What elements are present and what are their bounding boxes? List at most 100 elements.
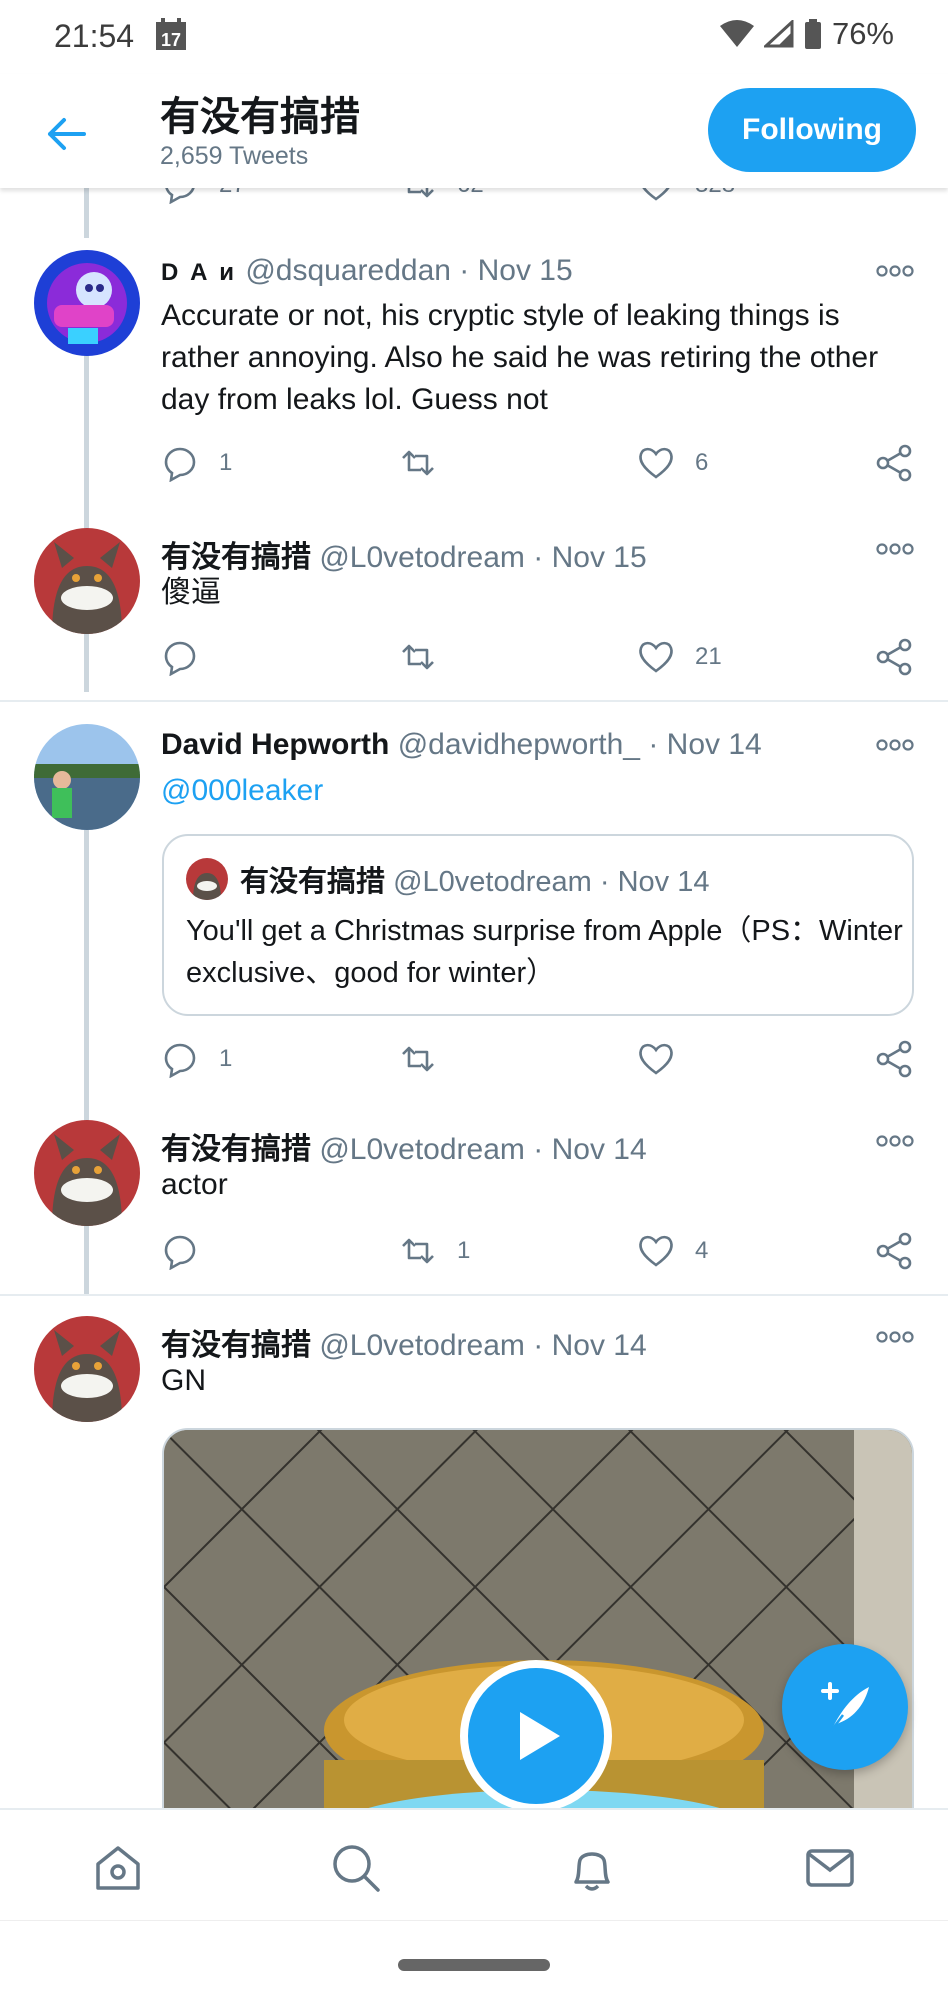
reply-button[interactable]: 1 [161,1040,232,1078]
separator: · [459,254,470,287]
home-gesture-bar[interactable] [398,1959,550,1971]
retweet-icon [402,1046,434,1072]
handle[interactable]: @davidhepworth_ [398,728,640,761]
tweet-header: 有没有搞措 @L0vetodream · Nov 14 [161,1320,647,1364]
separator: · [648,728,659,761]
like-button[interactable]: 21 [637,638,722,676]
avatar[interactable] [34,528,140,634]
tweet-date[interactable]: Nov 14 [552,1329,647,1362]
more-horizontal-icon[interactable] [876,1330,914,1344]
more-horizontal-icon[interactable] [876,542,914,556]
tweet-header: 有没有搞措 @L0vetodream · Nov 14 [161,1124,647,1168]
retweet-button[interactable] [399,638,437,676]
reply-button[interactable]: 1 [161,444,232,482]
retweet-button[interactable]: 62 [399,188,484,204]
display-name[interactable]: 有没有搞措 [161,1329,311,1362]
thread-connector [84,352,89,692]
search-icon[interactable] [330,1842,382,1894]
tweet-header: David Hepworth @davidhepworth_ · Nov 14 [161,728,762,762]
separator: · [533,1329,544,1362]
bottom-navigation [0,1808,948,1920]
separator: · [533,541,544,574]
quoted-tweet-text: You'll get a Christmas surprise from App… [186,915,903,989]
reply-icon [164,1043,196,1078]
handle[interactable]: @L0vetodream [319,1329,525,1362]
more-horizontal-icon[interactable] [876,738,914,752]
more-horizontal-icon[interactable] [876,1134,914,1148]
quoted-tweet[interactable]: 有没有搞措 @L0vetodream · Nov 14 You'll get a… [162,834,914,1016]
handle[interactable]: @L0vetodream [319,541,525,574]
share-icon [876,1040,912,1078]
share-icon [876,1232,912,1270]
handle[interactable]: @L0vetodream [319,1133,525,1166]
display-name[interactable]: 有没有搞措 [161,541,311,574]
tweet-date[interactable]: Nov 14 [667,728,762,761]
tweet-count: 2,659 Tweets [160,142,309,170]
display-name[interactable]: 有没有搞措 [161,1133,311,1166]
retweet-button[interactable] [399,1040,437,1078]
tweet-date[interactable]: Nov 15 [552,541,647,574]
avatar[interactable] [34,1316,140,1422]
share-button[interactable] [875,444,913,482]
home-icon[interactable] [92,1842,144,1894]
like-button[interactable]: 328 [637,188,735,204]
like-button[interactable]: 6 [637,444,708,482]
profile-header: 有没有搞措 2,659 Tweets Following [0,74,948,188]
tweet-date[interactable]: Nov 15 [478,254,573,287]
tweet-date: Nov 14 [617,866,710,898]
retweet-count: 62 [457,188,484,199]
separator: · [599,866,610,898]
reply-count: 27 [219,188,246,199]
reply-icon [164,1235,196,1270]
notifications-icon[interactable] [566,1842,618,1894]
reply-button[interactable] [161,638,199,676]
tweet-actions: 27 62 328 [161,188,921,206]
more-horizontal-icon[interactable] [876,264,914,278]
messages-icon[interactable] [804,1842,856,1894]
avatar[interactable] [34,250,140,356]
display-name[interactable]: D A и [161,259,237,286]
battery-level: 76% [831,16,894,51]
display-name[interactable]: David Hepworth [161,728,389,761]
retweet-count: 1 [457,1237,471,1264]
compose-tweet-icon [821,1682,869,1732]
reply-button[interactable] [161,1232,199,1270]
timeline[interactable]: 27 62 328 D A и @dsquareddan · N [0,188,948,1808]
heart-icon [642,188,670,201]
play-button[interactable] [460,1660,612,1812]
reply-icon [165,188,195,204]
heart-icon [639,641,673,673]
status-time: 21:54 [54,18,135,54]
avatar[interactable] [34,1120,140,1226]
avatar[interactable] [34,724,140,830]
heart-icon [639,1235,673,1267]
tweet-date[interactable]: Nov 14 [552,1133,647,1166]
reply-count: 1 [219,1045,233,1072]
mention-link[interactable]: @000leaker [161,770,921,812]
tweet-actions: 21 [161,638,921,678]
status-bar: 21:54 17 76% [0,0,948,74]
retweet-button[interactable] [399,444,437,482]
like-button[interactable] [637,1040,675,1078]
share-button[interactable] [875,1040,913,1078]
following-button[interactable]: Following [708,88,916,172]
handle[interactable]: @dsquareddan [245,254,451,287]
share-button[interactable] [875,1232,913,1270]
tweet-actions: 1 [161,1040,921,1080]
arrow-left-icon[interactable] [44,112,88,156]
compose-tweet-button[interactable] [782,1644,908,1770]
reply-icon [164,447,196,482]
thread-connector [84,188,89,238]
retweet-button[interactable]: 1 [399,1232,470,1270]
quoted-tweet-header: 有没有搞措 @L0vetodream · Nov 14 [240,858,709,900]
reply-button[interactable]: 27 [161,188,246,204]
battery-icon [804,19,821,49]
like-count: 21 [695,643,722,670]
tweet-text: 傻逼 [161,576,221,609]
retweet-icon [402,644,434,670]
like-button[interactable]: 4 [637,1232,708,1270]
signal-icon [763,20,794,48]
retweet-icon [407,188,434,198]
tweet-text: Accurate or not, his cryptic style of le… [161,299,879,416]
share-button[interactable] [875,638,913,676]
